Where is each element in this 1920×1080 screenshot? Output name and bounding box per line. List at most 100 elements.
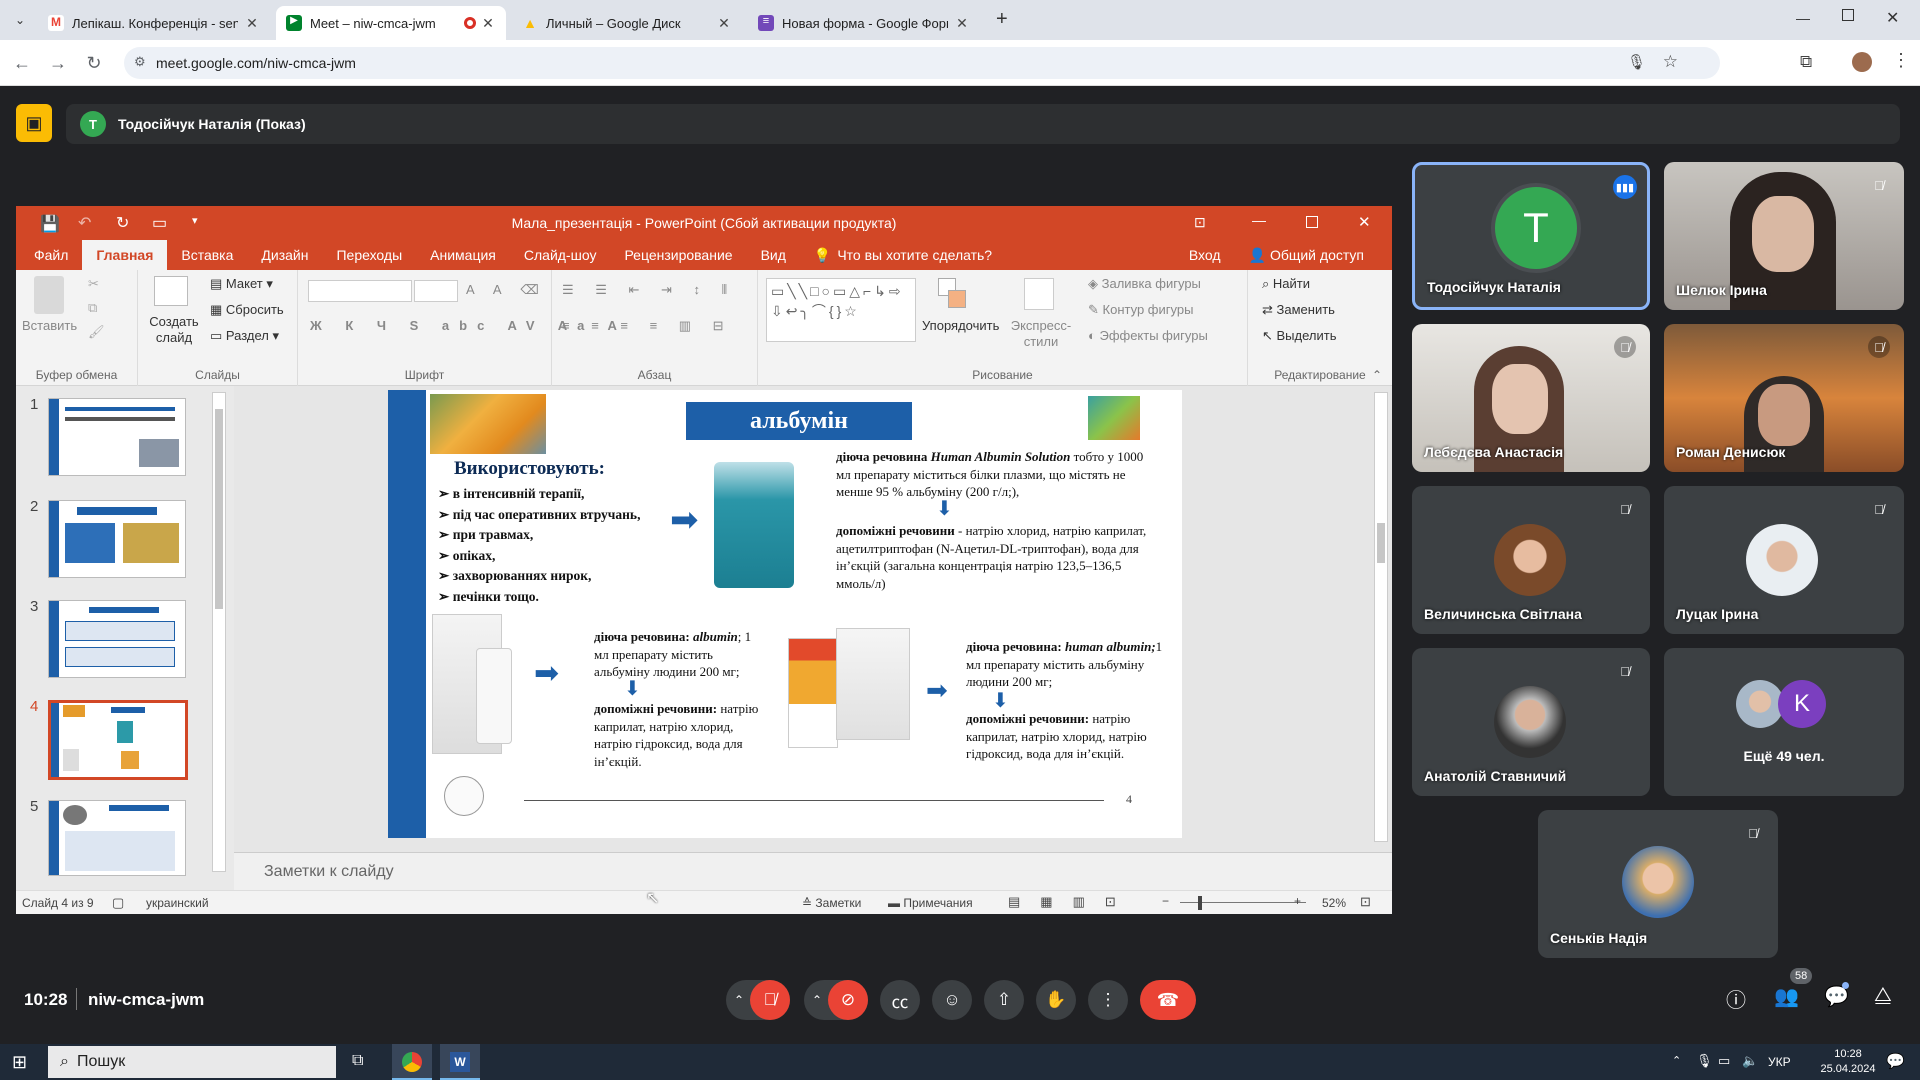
restore-icon[interactable] [1842, 9, 1854, 21]
paste-icon[interactable] [34, 276, 64, 314]
cut-icon[interactable]: ✂ [88, 276, 99, 292]
meeting-details-icon[interactable]: ⓘ [1726, 984, 1746, 1013]
notifications-icon[interactable]: 💬 [1886, 1052, 1905, 1070]
tray-network-icon[interactable]: ▭ [1718, 1053, 1730, 1069]
section-button[interactable]: ▭ Раздел ▾ [210, 328, 279, 344]
participant-tile[interactable]: 🎙̸ Луцак Ірина [1664, 486, 1904, 634]
leave-call-button[interactable]: ☎ [1140, 980, 1196, 1020]
ppt-close-icon[interactable]: ✕ [1358, 213, 1371, 231]
tab-design[interactable]: Дизайн [247, 240, 322, 270]
close-icon[interactable]: ✕ [244, 15, 260, 32]
more-participants-tile[interactable]: K Ещё 49 чел. [1664, 648, 1904, 796]
participant-tile[interactable]: 🎙̸ Величинська Світлана [1412, 486, 1650, 634]
present-button[interactable]: ⇧ [984, 980, 1024, 1020]
tab-search-icon[interactable]: ⌄ [8, 8, 32, 32]
shape-fill-button[interactable]: ◈ Заливка фигуры [1088, 276, 1201, 292]
view-mode-icons[interactable]: ▤▦▥⊡ [1008, 894, 1136, 910]
tab-animations[interactable]: Анимация [416, 240, 510, 270]
canvas-scrollbar[interactable] [1374, 392, 1388, 842]
tray-mic-icon[interactable]: 🎙 [1696, 1053, 1713, 1069]
shape-effects-button[interactable]: ◐ Эффекты фигуры [1088, 328, 1208, 343]
tab-file[interactable]: Файл [20, 240, 82, 270]
current-slide[interactable]: альбумін Використовують: ➢ в інтенсивній… [388, 390, 1182, 838]
mic-icon[interactable]: 🎙 [1627, 53, 1646, 71]
extensions-icon[interactable]: ⧉ [1800, 52, 1812, 72]
tab-meet[interactable]: ▶ Meet – niw-cmca-jwm ✕ [276, 6, 506, 40]
select-button[interactable]: ↖ Выделить [1262, 328, 1337, 344]
zoom-in-icon[interactable]: + [1294, 894, 1301, 908]
new-slide-button[interactable]: Создать слайд [148, 314, 200, 346]
paste-button[interactable]: Вставить [22, 318, 77, 333]
bookmark-star-icon[interactable]: ☆ [1663, 52, 1678, 72]
forward-icon[interactable]: → [44, 49, 72, 77]
profile-avatar[interactable] [1852, 52, 1872, 72]
tab-transitions[interactable]: Переходы [322, 240, 416, 270]
ppt-maximize-icon[interactable] [1306, 216, 1318, 228]
tab-conference[interactable]: M Лепікаш. Конференція - senk ✕ [38, 6, 270, 40]
chevron-up-icon[interactable]: ⌃ [812, 993, 822, 1007]
more-options-button[interactable]: ⋮ [1088, 980, 1128, 1020]
presentation-icon[interactable]: ▣ [16, 104, 52, 142]
tab-slideshow[interactable]: Слайд-шоу [510, 240, 611, 270]
zoom-out-icon[interactable]: − [1162, 894, 1169, 908]
arrange-button[interactable]: Упорядочить [922, 318, 999, 333]
reload-icon[interactable]: ↻ [80, 49, 108, 77]
zoom-level[interactable]: 52% [1322, 896, 1346, 910]
language-indicator[interactable]: украинский [146, 896, 209, 910]
replace-button[interactable]: ⇄ Заменить [1262, 302, 1335, 318]
close-icon[interactable]: ✕ [954, 15, 970, 32]
close-window-icon[interactable]: ✕ [1886, 8, 1899, 28]
spellcheck-icon[interactable]: ▢ [112, 895, 124, 911]
quick-styles-icon[interactable] [1024, 278, 1054, 310]
find-button[interactable]: ⌕ Найти [1262, 276, 1310, 292]
task-view-icon[interactable]: ⧉ [352, 1052, 363, 1070]
font-name-input[interactable] [308, 280, 412, 302]
tray-chevron-icon[interactable]: ⌃ [1672, 1054, 1681, 1067]
tab-review[interactable]: Рецензирование [610, 240, 746, 270]
tab-insert[interactable]: Вставка [167, 240, 247, 270]
participant-tile[interactable]: 🎙̸ Лебєдєва Анастасія [1412, 324, 1650, 472]
arrange-icon[interactable] [938, 278, 968, 310]
alignment-icons[interactable]: ≡ ≡ ≡ ≡ ▥ ⊟ [562, 318, 733, 334]
ribbon-display-icon[interactable]: ⊡ [1194, 214, 1206, 231]
collapse-ribbon-icon[interactable]: ⌃ [1372, 368, 1382, 382]
chrome-taskbar-item[interactable] [392, 1044, 432, 1080]
close-icon[interactable]: ✕ [716, 15, 732, 32]
tab-forms[interactable]: ≡ Новая форма - Google Форм ✕ [748, 6, 980, 40]
shapes-gallery[interactable]: ▭╲╲□○▭△⌐↳⇨⇩↩╮⌒{}☆ [766, 278, 916, 342]
tab-drive[interactable]: ▲ Личный – Google Диск ✕ [512, 6, 742, 40]
participant-tile[interactable]: 🎙̸ Сеньків Надія [1538, 810, 1778, 958]
thumbs-scrollbar[interactable] [212, 392, 226, 872]
minimize-icon[interactable]: — [1796, 10, 1810, 26]
slide-thumb-3[interactable] [48, 600, 186, 678]
word-taskbar-item[interactable]: W [440, 1044, 480, 1080]
tab-home[interactable]: Главная [82, 240, 168, 270]
reactions-button[interactable]: ☺ [932, 980, 972, 1020]
participant-tile[interactable]: 🎙̸ Роман Денисюк [1664, 324, 1904, 472]
sign-in-link[interactable]: Вход [1175, 240, 1235, 270]
ppt-minimize-icon[interactable]: — [1252, 212, 1266, 228]
notes-pane[interactable]: Заметки к слайду [234, 852, 1392, 890]
quick-styles-button[interactable]: Экспресс-стили [1004, 318, 1078, 350]
taskbar-clock[interactable]: 10:28 25.04.2024 [1818, 1047, 1878, 1077]
site-info-icon[interactable]: ⚙ [134, 54, 146, 70]
comments-button[interactable]: ▬ Примечания [888, 896, 973, 910]
captions-button[interactable]: ㏄ [880, 980, 920, 1020]
list-indent-icons[interactable]: ☰ ☰ ⇤ ⇥ ↕ ⫴ [562, 282, 736, 298]
windows-start-icon[interactable]: ⊞ [12, 1052, 27, 1073]
url-field[interactable]: ⚙ meet.google.com/niw-cmca-jwm 🎙 ☆ [124, 47, 1720, 79]
copy-icon[interactable]: ⧉ [88, 300, 97, 316]
slide-thumb-2[interactable] [48, 500, 186, 578]
activities-icon[interactable]: ⧋ [1874, 984, 1892, 1007]
close-icon[interactable]: ✕ [480, 15, 496, 32]
keyboard-language[interactable]: УКР [1768, 1055, 1791, 1069]
new-tab-button[interactable]: + [996, 8, 1008, 31]
tell-me-box[interactable]: 💡 Что вы хотите сделать? [800, 240, 1006, 270]
people-icon[interactable]: 👥 [1774, 984, 1799, 1009]
layout-button[interactable]: ▤ Макет ▾ [210, 276, 273, 292]
taskbar-search-field[interactable]: ⌕ Пошук [48, 1046, 336, 1078]
share-button[interactable]: 👤 Общий доступ [1235, 240, 1379, 270]
tab-view[interactable]: Вид [747, 240, 800, 270]
camera-toggle-button[interactable]: ⊘ [828, 980, 868, 1020]
back-icon[interactable]: ← [8, 49, 36, 77]
